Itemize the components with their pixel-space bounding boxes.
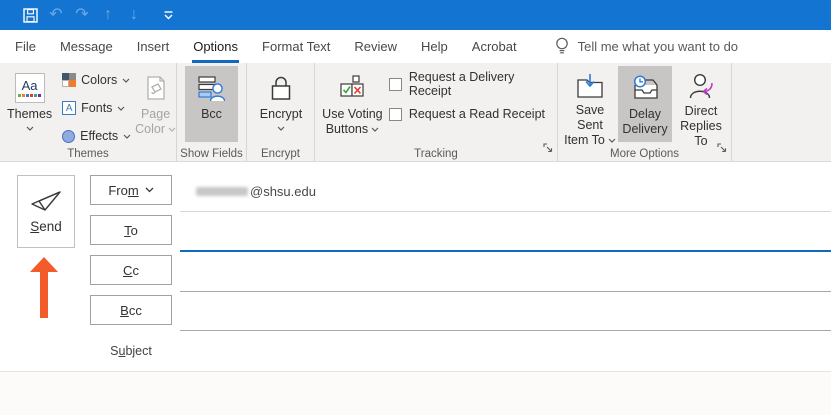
group-label-more-options: More Options (558, 148, 731, 160)
fonts-button[interactable]: A Fonts (60, 97, 133, 119)
from-address-domain: @shsu.edu (250, 184, 316, 199)
bcc-field-button[interactable]: Bcc (90, 295, 172, 325)
page-color-icon (143, 73, 169, 103)
move-up-button[interactable]: ↑ (95, 2, 121, 28)
titlebar: ↶ ↷ ↑ ↓ (0, 0, 831, 30)
chevron-down-icon (277, 126, 285, 131)
checkbox-icon (389, 108, 402, 121)
send-button[interactable]: Send (17, 175, 75, 248)
quick-access-toolbar: ↶ ↷ ↑ ↓ (17, 2, 181, 28)
tab-message[interactable]: Message (48, 30, 125, 63)
tab-options[interactable]: Options (181, 30, 250, 63)
colors-button[interactable]: Colors (60, 69, 133, 91)
up-arrow-icon: ↑ (104, 7, 112, 23)
undo-button[interactable]: ↶ (43, 2, 69, 28)
tab-file[interactable]: File (3, 30, 48, 63)
tell-me-box[interactable]: Tell me what you want to do (555, 30, 738, 63)
bcc-icon (198, 73, 225, 103)
themes-icon: Aa (15, 73, 45, 103)
group-label-themes: Themes (0, 148, 176, 160)
encrypt-button[interactable]: Encrypt (253, 66, 309, 142)
tell-me-label: Tell me what you want to do (578, 39, 738, 54)
effects-icon (62, 130, 75, 143)
chevron-down-icon (117, 106, 125, 111)
tab-review[interactable]: Review (342, 30, 409, 63)
dialog-launcher-icon (543, 143, 553, 153)
chevron-down-icon (122, 78, 130, 83)
customize-quick-access-toolbar-button[interactable] (155, 2, 181, 28)
more-options-dialog-launcher-button[interactable] (717, 140, 727, 158)
lock-icon (269, 73, 293, 103)
send-paper-plane-icon (30, 190, 62, 212)
folder-save-icon (576, 73, 604, 99)
chevron-down-icon (168, 127, 176, 132)
tab-insert[interactable]: Insert (125, 30, 182, 63)
ribbon-group-encrypt: Encrypt Encrypt (247, 63, 315, 161)
chevron-down-icon (123, 134, 131, 139)
group-label-tracking: Tracking (315, 148, 557, 160)
direct-replies-icon (688, 73, 714, 100)
from-field-input[interactable] (180, 211, 831, 212)
page-color-button[interactable]: Page Color (135, 66, 176, 142)
tracking-dialog-launcher-button[interactable] (543, 140, 553, 158)
bcc-label: Bcc (120, 303, 142, 318)
from-label: From (108, 183, 138, 198)
compose-header: Send From To Cc Bcc @shsu.edu Subject (0, 163, 831, 415)
cc-button[interactable]: Cc (90, 255, 172, 285)
redacted-username (196, 187, 248, 196)
annotation-arrow-icon (29, 257, 59, 318)
delay-delivery-icon (631, 73, 659, 103)
chevron-with-bar-icon (163, 11, 174, 20)
to-button[interactable]: To (90, 215, 172, 245)
save-button[interactable] (17, 2, 43, 28)
chevron-down-icon (145, 187, 154, 193)
tab-acrobat[interactable]: Acrobat (460, 30, 529, 63)
subject-label: Subject (90, 344, 172, 358)
cc-label: Cc (123, 263, 139, 278)
group-label-show-fields: Show Fields (177, 148, 246, 160)
lightbulb-icon (555, 37, 569, 56)
direct-replies-to-button[interactable]: Direct Replies To (672, 66, 730, 142)
effects-button[interactable]: Effects (60, 125, 133, 147)
colors-icon (62, 73, 76, 87)
down-arrow-icon: ↓ (130, 7, 138, 23)
dialog-launcher-icon (717, 143, 727, 153)
use-voting-buttons-button[interactable]: Use Voting Buttons (322, 66, 383, 142)
checkbox-icon (389, 78, 402, 91)
request-delivery-receipt-checkbox[interactable]: Request a Delivery Receipt (389, 69, 557, 99)
delay-delivery-button[interactable]: Delay Delivery (618, 66, 672, 142)
ribbon-group-show-fields: Bcc Show Fields (177, 63, 247, 161)
cc-field-input[interactable] (180, 291, 831, 292)
undo-icon: ↶ (49, 7, 62, 23)
chevron-down-icon (26, 126, 34, 131)
group-label-encrypt: Encrypt (247, 148, 314, 160)
tab-format-text[interactable]: Format Text (250, 30, 342, 63)
to-field-input[interactable] (180, 250, 831, 252)
ribbon-empty-space (732, 63, 831, 161)
move-down-button[interactable]: ↓ (121, 2, 147, 28)
fonts-icon: A (62, 101, 76, 115)
redo-icon: ↷ (75, 7, 88, 23)
themes-button[interactable]: Aa Themes (7, 66, 52, 142)
request-read-receipt-checkbox[interactable]: Request a Read Receipt (389, 99, 557, 129)
send-label: Send (30, 219, 62, 234)
chevron-down-icon (371, 127, 379, 132)
tab-help[interactable]: Help (409, 30, 460, 63)
ribbon-tab-row: File Message Insert Options Format Text … (0, 30, 831, 63)
from-address: @shsu.edu (196, 184, 316, 199)
save-icon (23, 8, 38, 23)
redo-button[interactable]: ↷ (69, 2, 95, 28)
ribbon-group-more-options: Save Sent Item To Delay De (558, 63, 732, 161)
ribbon: Aa Themes Colors (0, 63, 831, 162)
save-sent-item-to-button[interactable]: Save Sent Item To (564, 66, 616, 142)
ribbon-group-tracking: Use Voting Buttons Request a Delivery Re… (315, 63, 558, 161)
bcc-field-input[interactable] (180, 330, 831, 331)
ribbon-group-themes: Aa Themes Colors (0, 63, 177, 161)
from-button[interactable]: From (90, 175, 172, 205)
message-body[interactable] (0, 372, 831, 415)
bcc-button[interactable]: Bcc (185, 66, 238, 142)
voting-buttons-icon (339, 73, 365, 103)
to-label: To (124, 223, 138, 238)
chevron-down-icon (608, 138, 616, 143)
